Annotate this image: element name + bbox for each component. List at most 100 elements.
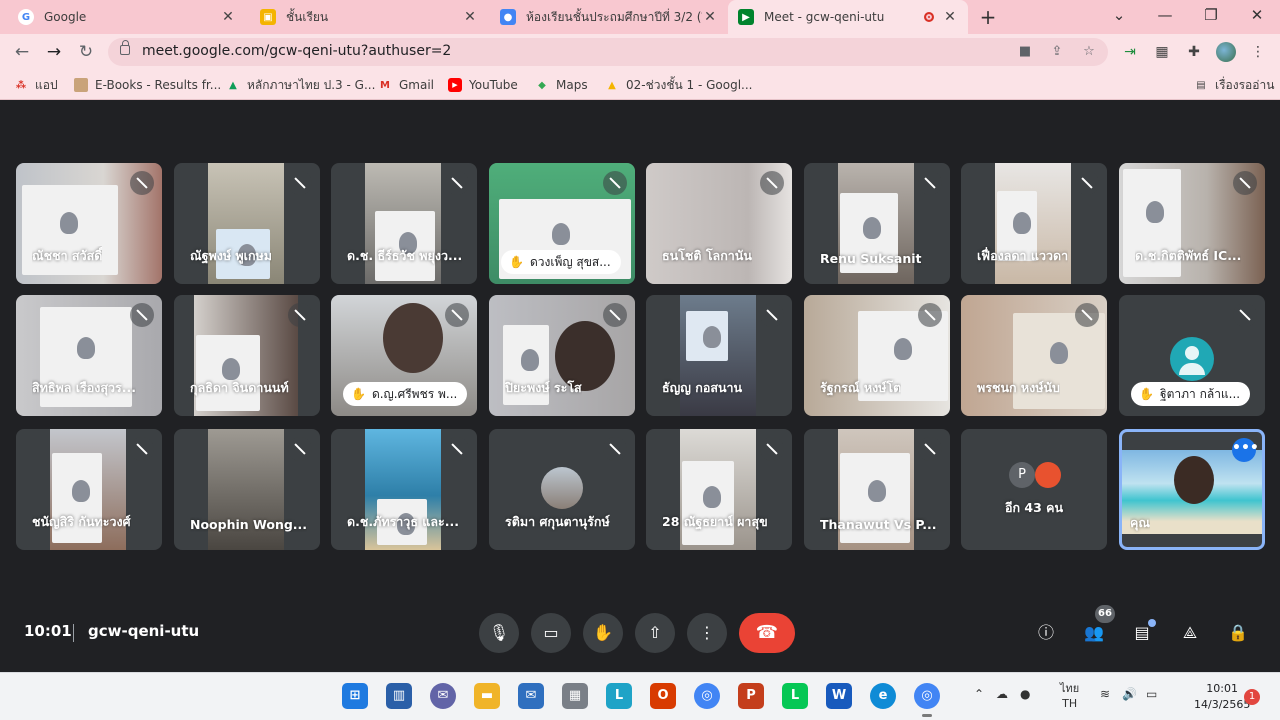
tab-meet[interactable]: ▶ Meet - gcw-qeni-utu ✕ <box>728 0 968 34</box>
new-tab-button[interactable]: + <box>976 5 1000 29</box>
edge-icon[interactable]: e <box>870 683 896 709</box>
widgets-icon[interactable]: ▥ <box>386 683 412 709</box>
onedrive-icon[interactable]: ☁ <box>996 687 1008 701</box>
minimize-icon[interactable]: — <box>1142 0 1188 34</box>
teams-chat-icon[interactable]: ✉ <box>430 683 456 709</box>
more-options-icon[interactable]: ••• <box>1232 438 1259 462</box>
grid-extension-icon[interactable]: ▦ <box>1152 42 1172 62</box>
bookmark-apps[interactable]: ⁂ แอป <box>14 76 58 94</box>
notification-badge[interactable]: 1 <box>1244 689 1260 705</box>
mic-tray-icon[interactable]: ● <box>1020 687 1030 701</box>
participant-tile[interactable]: ณัฐพงษ์ พูเกษม <box>174 163 320 284</box>
extension-arrow-icon[interactable]: ⇥ <box>1120 42 1140 62</box>
bookmark-gmail[interactable]: M Gmail <box>378 76 434 94</box>
bookmark-star-icon[interactable]: ☆ <box>1080 43 1098 61</box>
self-tile[interactable]: ••• คุณ <box>1119 429 1265 550</box>
participant-tile[interactable]: Noophin Wong... <box>174 429 320 550</box>
participant-tile[interactable]: Renu Suksanit <box>804 163 950 284</box>
bookmark-grade-level[interactable]: ▲ 02-ช่วงชั้น 1 - Googl... <box>605 76 752 94</box>
meeting-details-icon[interactable]: ⓘ <box>1033 620 1059 646</box>
participant-tile[interactable]: 28 ณัฐธยาน์ ผาสุข <box>646 429 792 550</box>
line-app-icon[interactable]: L <box>782 683 808 709</box>
participant-tile[interactable]: ด.ช.กิตติพัทธ์ IC... <box>1119 163 1265 284</box>
participant-tile[interactable]: ณัชชา สวัสดิ์ <box>16 163 162 284</box>
powerpoint-icon[interactable]: P <box>738 683 764 709</box>
back-icon[interactable]: ← <box>10 40 34 64</box>
participant-tile[interactable]: ธนโชติ โลกานัน <box>646 163 792 284</box>
battery-icon[interactable]: ▭ <box>1146 687 1157 701</box>
share-icon[interactable]: ⇪ <box>1048 43 1066 61</box>
address-bar[interactable]: meet.google.com/gcw-qeni-utu?authuser=2 … <box>108 38 1108 66</box>
tab-google[interactable]: G Google ✕ <box>8 0 246 34</box>
l-app-icon[interactable]: L <box>606 683 632 709</box>
bookmark-maps[interactable]: ◆ Maps <box>535 76 587 94</box>
bookmark-youtube[interactable]: ▶ YouTube <box>448 76 518 94</box>
calculator-icon[interactable]: ▦ <box>562 683 588 709</box>
file-explorer-icon[interactable]: ▬ <box>474 683 500 709</box>
participant-tile[interactable]: ด.ช.ภัทราวุธ และ... <box>331 429 477 550</box>
participant-tile[interactable]: ด.ช. ธีร์ธวัช พยุงว... <box>331 163 477 284</box>
tray-chevron-icon[interactable]: ⌃ <box>974 687 984 701</box>
language-indicator[interactable]: ไทย TH <box>1060 681 1079 711</box>
menu-kebab-icon[interactable]: ⋮ <box>1248 42 1268 62</box>
reload-icon[interactable]: ↻ <box>74 40 98 64</box>
windows-start-icon[interactable]: ⊞ <box>342 683 368 709</box>
forward-icon[interactable]: → <box>42 40 66 64</box>
participant-tile[interactable]: กุลธิดา จินดานนท์ <box>174 295 320 416</box>
participant-tile[interactable]: ✋ ดวงเพ็ญ สุขส... <box>489 163 635 284</box>
participant-tile[interactable]: ธัญญ กอสนาน <box>646 295 792 416</box>
participant-tile[interactable]: เฟื่องลดา แววดา <box>961 163 1107 284</box>
profile-avatar[interactable] <box>1216 42 1236 62</box>
close-tab-icon[interactable]: ✕ <box>220 9 236 25</box>
taskbar-clock[interactable]: 10:01 14/3/2565 <box>1194 681 1250 713</box>
present-screen-button[interactable]: ⇧ <box>635 613 675 653</box>
lock-icon[interactable] <box>120 40 130 55</box>
participant-tile[interactable]: ปิยะพงษ์ ระโส <box>489 295 635 416</box>
bookmark-label: 02-ช่วงชั้น 1 - Googl... <box>626 77 753 92</box>
raise-hand-button[interactable]: ✋ <box>583 613 623 653</box>
participant-tile[interactable]: Thanawut Vs P... <box>804 429 950 550</box>
camera-button[interactable]: ▭ <box>531 613 571 653</box>
word-icon[interactable]: W <box>826 683 852 709</box>
bookmark-thai-grammar[interactable]: ▲ หลักภาษาไทย ป.3 - G... <box>226 76 375 94</box>
leave-call-button[interactable]: ☎ <box>739 613 795 653</box>
paper-sheet <box>682 461 734 545</box>
participant-tile[interactable]: รติมา ศกุนตานุรักษ์ <box>489 429 635 550</box>
mail-icon[interactable]: ✉ <box>518 683 544 709</box>
chrome-active-icon[interactable]: ◎ <box>914 683 940 717</box>
office-icon[interactable]: O <box>650 683 676 709</box>
participant-name: ด.ช. ธีร์ธวัช พยุงว... <box>347 248 463 263</box>
close-window-icon[interactable]: ✕ <box>1234 0 1280 34</box>
tab-classroom-course[interactable]: ● ห้องเรียนชั้นประถมศึกษาปีที่ 3/2 (ปีกา… <box>490 0 728 34</box>
wifi-icon[interactable]: ≋ <box>1100 687 1110 701</box>
restore-icon[interactable]: ❐ <box>1188 0 1234 34</box>
tab-search-icon[interactable]: ⌄ <box>1096 0 1142 34</box>
participant-tile[interactable]: ✋ ฐิตาภา กล้าแ... <box>1119 295 1265 416</box>
others-tile[interactable]: P อีก 43 คน <box>961 429 1107 550</box>
bookmarks-bar: ⁂ แอป E-Books - Results fr... ▲ หลักภาษา… <box>0 70 1280 100</box>
activities-icon[interactable]: ⟁ <box>1177 620 1203 646</box>
chrome-icon[interactable]: ◎ <box>694 683 720 709</box>
people-icon[interactable]: 👥 <box>1081 620 1107 646</box>
participant-tile[interactable]: ชนัญสิริ กันทะวงศ์ <box>16 429 162 550</box>
puzzle-icon[interactable]: ✚ <box>1184 42 1204 62</box>
participant-tile[interactable]: ✋ ด.ญ.ศรีพชร พ... <box>331 295 477 416</box>
participant-tile[interactable]: สิทธิพล เรืองสุวร... <box>16 295 162 416</box>
mic-off-icon <box>445 437 469 461</box>
volume-icon[interactable]: 🔊 <box>1122 687 1137 701</box>
tab-classroom[interactable]: ▣ ชั้นเรียน ✕ <box>250 0 488 34</box>
url-text[interactable]: meet.google.com/gcw-qeni-utu?authuser=2 <box>142 43 451 59</box>
close-tab-icon[interactable]: ✕ <box>702 9 718 25</box>
more-options-button[interactable]: ⋮ <box>687 613 727 653</box>
microphone-button[interactable]: 🎙 <box>479 613 519 653</box>
participant-tile[interactable]: รัฐกรณ์ หงษ์โต <box>804 295 950 416</box>
host-controls-icon[interactable]: 🔒 <box>1225 620 1251 646</box>
bookmark-label: แอป <box>35 77 58 92</box>
bookmark-ebooks[interactable]: E-Books - Results fr... <box>74 76 221 94</box>
bookmark-label: Gmail <box>399 78 435 92</box>
close-tab-icon[interactable]: ✕ <box>942 9 958 25</box>
reading-list[interactable]: ▤ เรื่องรออ่าน <box>1194 76 1274 94</box>
camera-icon[interactable]: ■ <box>1016 43 1034 61</box>
participant-tile[interactable]: พรชนก หงษ์นับ <box>961 295 1107 416</box>
close-tab-icon[interactable]: ✕ <box>462 9 478 25</box>
